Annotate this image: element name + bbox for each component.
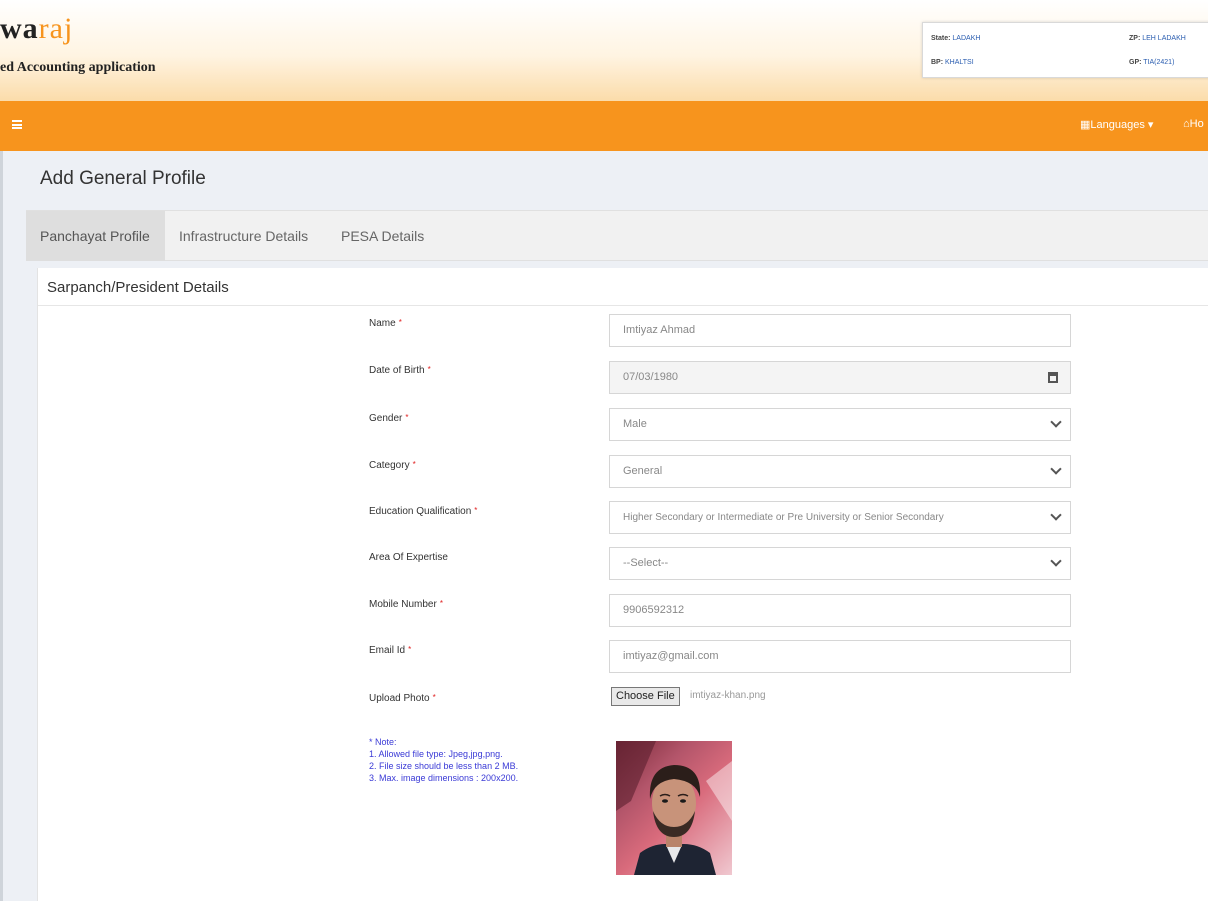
tab-pesa-details[interactable]: PESA Details (327, 211, 438, 261)
profile-tabs: Panchayat Profile Infrastructure Details… (26, 210, 1208, 261)
category-select[interactable]: General (609, 455, 1071, 488)
brand-text-accent: raj (38, 12, 74, 45)
person-photo-icon (616, 741, 732, 875)
choose-file-button[interactable]: Choose File (611, 687, 680, 706)
expertise-label: Area Of Expertise (369, 552, 448, 563)
selected-file-name: imtiyaz-khan.png (690, 690, 766, 701)
languages-menu[interactable]: ▦Languages ▾ (1080, 118, 1153, 131)
gender-select[interactable]: Male (609, 408, 1071, 441)
chevron-down-icon (1050, 555, 1062, 567)
main-navbar: ▦Languages ▾ ⌂Ho (0, 101, 1208, 151)
email-label: Email Id * (369, 645, 412, 656)
photo-label: Upload Photo * (369, 693, 436, 704)
profile-photo-preview (616, 741, 732, 875)
info-zp: ZP: LEH LADAKH (1129, 35, 1186, 42)
category-label: Category * (369, 460, 416, 471)
top-header: waraj ed Accounting application State: L… (0, 0, 1208, 101)
name-label: Name * (369, 318, 402, 329)
tab-infrastructure-details[interactable]: Infrastructure Details (165, 211, 322, 261)
expertise-select[interactable]: --Select-- (609, 547, 1071, 580)
calendar-icon[interactable] (1048, 372, 1058, 383)
dob-label: Date of Birth * (369, 365, 431, 376)
language-icon: ▦ (1080, 119, 1091, 131)
brand-subtitle: ed Accounting application (0, 60, 156, 75)
dob-input[interactable]: 07/03/1980 (609, 361, 1071, 394)
email-input[interactable]: imtiyaz@gmail.com (609, 640, 1071, 673)
chevron-down-icon (1050, 416, 1062, 428)
home-icon: ⌂ (1183, 118, 1190, 130)
left-divider (0, 151, 3, 901)
brand-text-mid: a (22, 12, 39, 45)
mobile-input[interactable]: 9906592312 (609, 594, 1071, 627)
brand-text-prefix: w (0, 12, 23, 45)
info-state: State: LADAKH (931, 35, 981, 42)
panel-heading: Sarpanch/President Details (38, 268, 1208, 306)
education-select[interactable]: Higher Secondary or Intermediate or Pre … (609, 501, 1071, 534)
home-link[interactable]: ⌂Ho (1183, 118, 1204, 130)
tab-panchayat-profile[interactable]: Panchayat Profile (26, 211, 165, 261)
mobile-label: Mobile Number * (369, 599, 443, 610)
chevron-down-icon (1050, 463, 1062, 475)
name-input[interactable]: Imtiyaz Ahmad (609, 314, 1071, 347)
upload-note: * Note: 1. Allowed file type: Jpeg,jpg,p… (369, 737, 519, 783)
chevron-down-icon (1050, 509, 1062, 521)
page-title: Add General Profile (40, 168, 206, 189)
gender-label: Gender * (369, 413, 409, 424)
caret-down-icon: ▾ (1147, 119, 1154, 131)
info-gp: GP: TIA(2421) (1129, 59, 1175, 66)
info-bp: BP: KHALTSI (931, 59, 974, 66)
education-label: Education Qualification * (369, 506, 478, 517)
menu-toggle-icon[interactable] (12, 120, 22, 129)
brand-logo: waraj (0, 12, 73, 46)
section-title: Sarpanch/President Details (47, 279, 229, 296)
location-info-box: State: LADAKH ZP: LEH LADAKH BP: KHALTSI… (922, 22, 1208, 78)
